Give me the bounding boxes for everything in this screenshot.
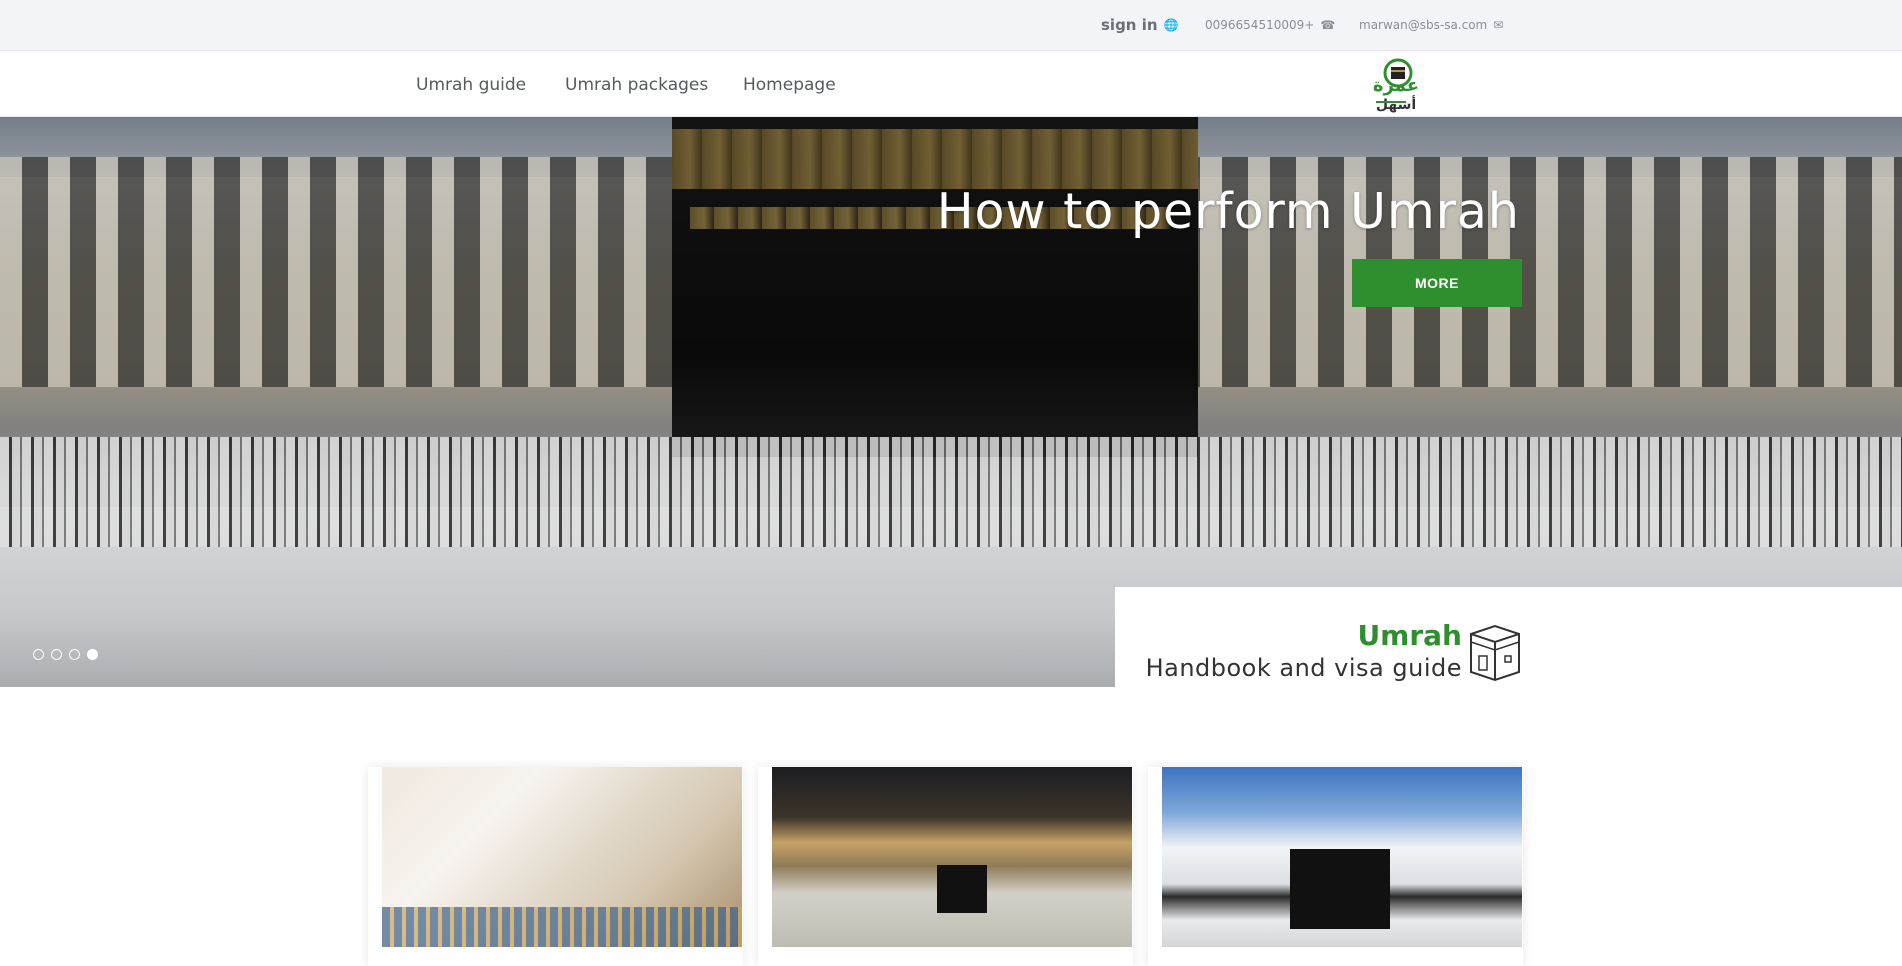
haram-night-image[interactable] bbox=[772, 767, 1132, 947]
kaaba-day-image[interactable] bbox=[1162, 767, 1522, 947]
hero-title: How to perform Umrah bbox=[936, 183, 1520, 240]
logo-text-top: عمرة bbox=[1373, 75, 1419, 96]
email-contact[interactable]: marwan@sbs-sa.com ✉ bbox=[1359, 0, 1503, 50]
phone-icon: ☎ bbox=[1320, 18, 1336, 32]
info-title: Umrah bbox=[1357, 619, 1462, 652]
globe-icon: 🌐 bbox=[1163, 18, 1179, 32]
article-card-2[interactable] bbox=[758, 767, 1133, 966]
article-card-1[interactable] bbox=[368, 767, 743, 966]
slider-dot-1[interactable] bbox=[33, 649, 44, 660]
slider-dot-2[interactable] bbox=[51, 649, 62, 660]
nav-homepage[interactable]: Homepage bbox=[743, 51, 836, 118]
nav-umrah-guide[interactable]: Umrah guide bbox=[416, 51, 526, 118]
phone-contact[interactable]: 0096654510009+ ☎ bbox=[1205, 0, 1335, 50]
kaaba-icon bbox=[1470, 624, 1520, 682]
slider-dot-4[interactable] bbox=[87, 649, 98, 660]
info-subtitle: Handbook and visa guide bbox=[1145, 654, 1462, 682]
article-card-3[interactable] bbox=[1148, 767, 1523, 966]
site-logo[interactable]: عمرة أسهل bbox=[1356, 57, 1436, 113]
sign-in-label[interactable]: sign in bbox=[1101, 16, 1158, 34]
main-nav: Umrah guide Umrah packages Homepage عمرة… bbox=[0, 50, 1902, 117]
nav-umrah-packages[interactable]: Umrah packages bbox=[565, 51, 708, 118]
slider-dot-3[interactable] bbox=[69, 649, 80, 660]
logo-text-bottom: أسهل bbox=[1376, 95, 1416, 113]
top-bar: sign in 🌐 0096654510009+ ☎ marwan@sbs-sa… bbox=[0, 0, 1902, 50]
email-address[interactable]: marwan@sbs-sa.com bbox=[1359, 18, 1487, 32]
quran-stand-image[interactable] bbox=[382, 767, 742, 947]
slider-dots bbox=[33, 649, 98, 660]
phone-number[interactable]: 0096654510009+ bbox=[1205, 18, 1314, 32]
more-button[interactable]: MORE bbox=[1352, 259, 1522, 307]
envelope-icon: ✉ bbox=[1493, 18, 1504, 32]
sign-in-link[interactable]: sign in 🌐 bbox=[1101, 0, 1178, 50]
